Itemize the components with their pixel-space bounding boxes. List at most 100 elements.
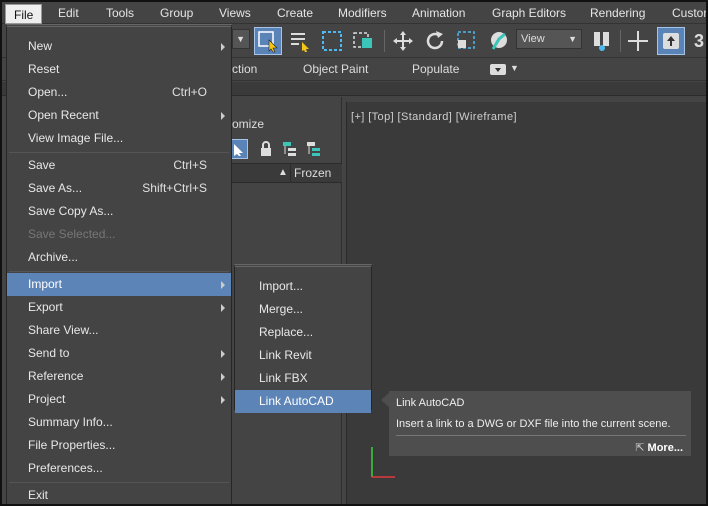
select-object-button[interactable]: [254, 27, 282, 55]
selection-filter-dropdown[interactable]: ▼: [232, 29, 250, 49]
menu-customize[interactable]: Custor: [672, 5, 706, 22]
menu-graph-editors[interactable]: Graph Editors: [492, 5, 566, 22]
menu-item-open[interactable]: Open... Ctrl+O: [7, 81, 231, 104]
submenu-item-link-fbx[interactable]: Link FBX: [235, 367, 371, 390]
menu-item-view-image-file[interactable]: View Image File...: [7, 127, 231, 150]
chevron-down-icon: ▼: [568, 34, 577, 44]
place-button[interactable]: [485, 27, 513, 55]
menu-item-label: View Image File...: [28, 131, 124, 145]
snaps-toggle-button[interactable]: 3: [690, 27, 706, 55]
scale-icon: [457, 31, 475, 49]
keyboard-shortcut-override-button[interactable]: [657, 27, 685, 55]
menu-create[interactable]: Create: [277, 5, 313, 22]
chevron-down-icon: ▼: [236, 34, 245, 44]
menu-item-label: Archive...: [28, 250, 79, 264]
submenu-item-replace[interactable]: Replace...: [235, 321, 371, 344]
rotate-button[interactable]: [421, 27, 449, 55]
select-object-icon: [258, 31, 278, 53]
column-header-frozen[interactable]: Frozen: [290, 164, 342, 183]
menu-item-label: Exit: [28, 488, 49, 502]
submenu-item-merge[interactable]: Merge...: [235, 298, 371, 321]
menu-rendering[interactable]: Rendering: [590, 5, 645, 22]
pivot-center-button[interactable]: [588, 27, 616, 55]
menu-item-label: Summary Info...: [28, 415, 113, 429]
submenu-item-link-autocad[interactable]: Link AutoCAD: [235, 390, 371, 413]
tooltip-more-label: More...: [647, 442, 683, 454]
menu-item-label: Reference: [28, 369, 84, 383]
menu-item-import[interactable]: Import: [7, 273, 231, 296]
menu-separator: [9, 271, 229, 272]
select-by-name-icon: [291, 33, 309, 52]
snaps-toggle-label: 3: [693, 30, 704, 51]
menu-item-file-properties[interactable]: File Properties...: [7, 434, 231, 457]
scale-button[interactable]: [453, 27, 481, 55]
menu-item-archive[interactable]: Archive...: [7, 246, 231, 269]
lock-toggle-button[interactable]: [256, 139, 276, 159]
menu-item-save-selected: Save Selected...: [7, 223, 231, 246]
ribbon-tab-selection[interactable]: ction: [232, 62, 257, 76]
menu-item-reset[interactable]: Reset: [7, 58, 231, 81]
window-crossing-button[interactable]: [350, 27, 378, 55]
ribbon-tab-object-paint[interactable]: Object Paint: [303, 62, 368, 76]
menu-item-label: Save Selected...: [28, 227, 116, 241]
ribbon-tab-populate[interactable]: Populate: [412, 62, 459, 76]
toolbar-separator: [620, 30, 621, 52]
menu-item-label: Import: [28, 277, 63, 291]
select-manipulate-button[interactable]: [624, 27, 652, 55]
chevron-down-icon: ▼: [510, 63, 519, 73]
menu-item-preferences[interactable]: Preferences...: [7, 457, 231, 480]
menu-file[interactable]: File: [5, 4, 43, 24]
menu-tools[interactable]: Tools: [106, 5, 134, 22]
move-button[interactable]: [389, 27, 417, 55]
submenu-item-import[interactable]: Import...: [235, 275, 371, 298]
submenu-item-link-revit[interactable]: Link Revit: [235, 344, 371, 367]
menu-modifiers[interactable]: Modifiers: [338, 5, 387, 22]
menu-item-label: Share View...: [28, 323, 99, 337]
menu-item-label: Save Copy As...: [28, 204, 114, 218]
menu-item-share-view[interactable]: Share View...: [7, 319, 231, 342]
menu-views[interactable]: Views: [219, 5, 251, 22]
menu-item-label: File Properties...: [28, 438, 116, 452]
menu-animation[interactable]: Animation: [412, 5, 465, 22]
submenu-arrow-icon: [221, 112, 225, 120]
menu-item-open-recent[interactable]: Open Recent: [7, 104, 231, 127]
tooltip-more-link[interactable]: ⇱ More...: [635, 441, 683, 454]
submenu-item-label: Replace...: [259, 325, 314, 339]
hierarchy-button[interactable]: [280, 139, 300, 159]
select-by-name-button[interactable]: [286, 27, 314, 55]
place-icon: [491, 32, 507, 50]
submenu-arrow-icon: [221, 281, 225, 289]
submenu-item-label: Import...: [259, 279, 304, 293]
menu-group[interactable]: Group: [160, 5, 193, 22]
menu-item-label: Save: [28, 158, 56, 172]
menu-item-label: Open...: [28, 85, 68, 99]
tooltip-divider: [396, 435, 686, 436]
sort-ascending-icon[interactable]: ▲: [278, 167, 288, 178]
menu-item-save-copy-as[interactable]: Save Copy As...: [7, 200, 231, 223]
menu-item-send-to[interactable]: Send to: [7, 342, 231, 365]
menu-item-exit[interactable]: Exit: [7, 484, 231, 504]
menu-item-new[interactable]: New: [7, 35, 231, 58]
rectangular-selection-button[interactable]: [318, 27, 346, 55]
submenu-arrow-icon: [221, 396, 225, 404]
menu-item-label: Send to: [28, 346, 70, 360]
scene-explorer-column-header: ▲ Frozen: [230, 163, 342, 183]
menu-item-project[interactable]: Project: [7, 388, 231, 411]
ribbon-options-button[interactable]: [490, 64, 506, 75]
menu-item-save[interactable]: Save Ctrl+S: [7, 154, 231, 177]
tooltip-title: Link AutoCAD: [396, 397, 465, 409]
menu-item-save-as[interactable]: Save As... Shift+Ctrl+S: [7, 177, 231, 200]
app-window: File Edit Tools Group Views Create Modif…: [0, 0, 708, 506]
menu-item-summary-info[interactable]: Summary Info...: [7, 411, 231, 434]
file-menu: New Reset Open... Ctrl+O Open Recent View…: [6, 24, 232, 504]
layer-hierarchy-button[interactable]: [304, 139, 324, 159]
viewport-label[interactable]: [+] [Top] [Standard] [Wireframe]: [351, 111, 517, 123]
submenu-item-label: Link FBX: [259, 371, 308, 385]
scene-explorer-toolbar: [228, 137, 342, 161]
menu-item-export[interactable]: Export: [7, 296, 231, 319]
scene-explorer-menu-customize[interactable]: omize: [232, 117, 264, 131]
menu-edit[interactable]: Edit: [58, 5, 79, 22]
reference-coordinate-dropdown[interactable]: View ▼: [516, 29, 582, 49]
submenu-arrow-icon: [221, 350, 225, 358]
menu-item-reference[interactable]: Reference: [7, 365, 231, 388]
